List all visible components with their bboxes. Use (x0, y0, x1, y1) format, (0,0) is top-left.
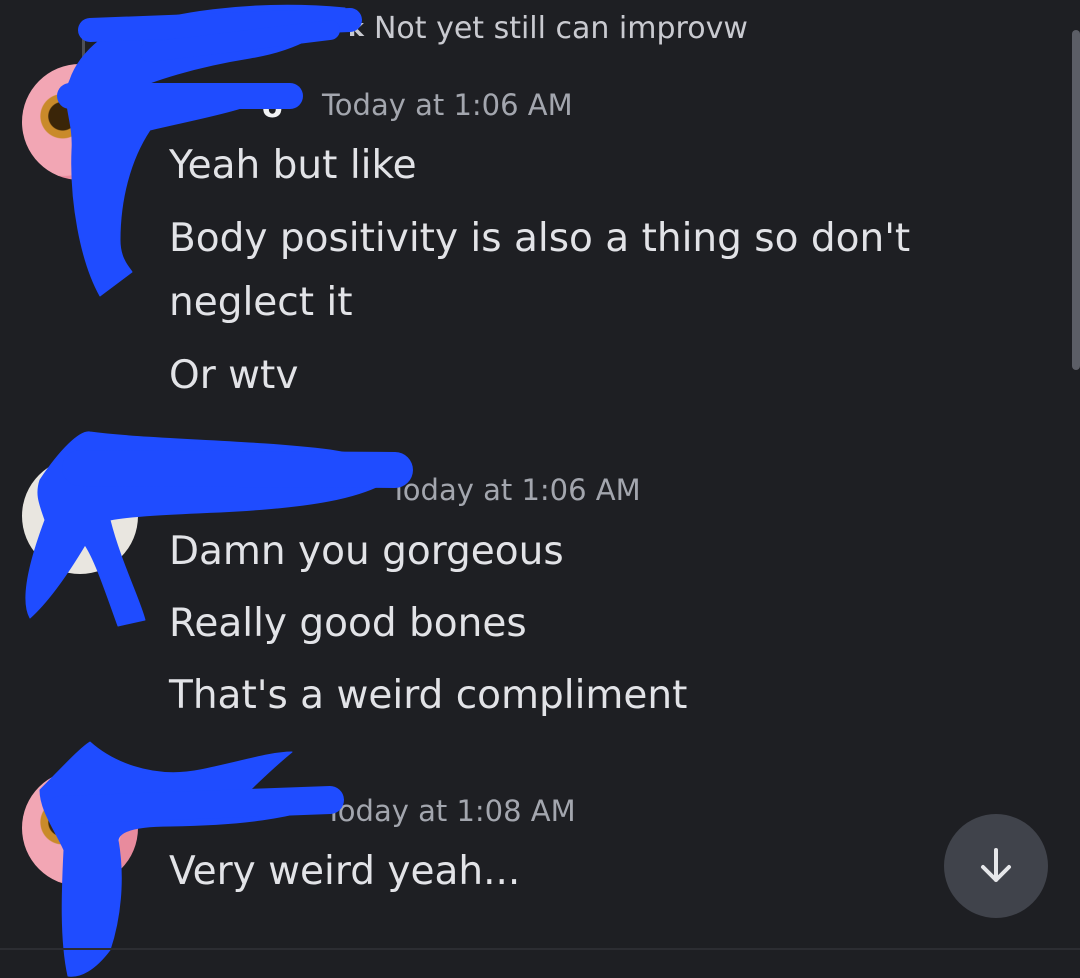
reply-preview[interactable]: k Not yet still can improvw (348, 8, 748, 48)
username[interactable]: o (262, 90, 283, 125)
avatar[interactable] (22, 770, 138, 886)
reply-connector-line (82, 24, 145, 67)
avatar[interactable] (22, 458, 138, 574)
message-text: Really good bones (169, 601, 527, 646)
message-text: Damn you gorgeous (169, 529, 564, 574)
message-timestamp: Today at 1:06 AM (322, 88, 573, 122)
reply-preview-text: Not yet still can improvw (373, 10, 748, 46)
message-text: That's a weird compliment (169, 673, 688, 718)
scrollbar[interactable] (1072, 30, 1080, 370)
composer-divider (0, 948, 1080, 950)
message-text: Body positivity is also a thing so don't (169, 216, 911, 261)
message-timestamp: Today at 1:06 AM (390, 473, 641, 507)
arrow-down-icon (981, 848, 1011, 882)
message-text: Or wtv (169, 353, 299, 398)
reply-preview-mark: k (348, 14, 364, 42)
message-text: Very weird yeah... (169, 849, 521, 894)
scroll-to-bottom-button[interactable] (944, 814, 1048, 918)
message-text: neglect it (169, 280, 353, 325)
message-timestamp: Today at 1:08 AM (325, 794, 576, 828)
message-text: Yeah but like (169, 143, 417, 188)
avatar[interactable] (22, 64, 138, 180)
